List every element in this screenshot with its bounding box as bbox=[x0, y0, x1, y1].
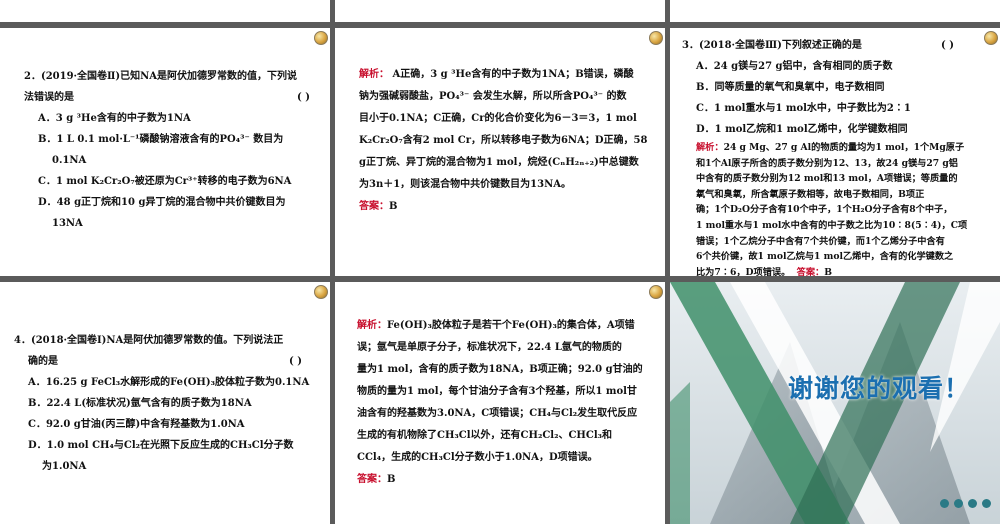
analysis-text: 物质的量为1 mol，每个甘油分子含有3个羟基，所以1 mol甘 bbox=[357, 386, 637, 397]
analysis-text: 生成的有机物除了CH₃Cl以外，还有CH₂Cl₂、CHCl₃和 bbox=[357, 430, 613, 441]
analysis-text: 中含有的质子数分别为12 mol和13 mol，A项错误；等质量的 bbox=[696, 173, 958, 185]
slide-question-4[interactable]: 4．(2018·全国卷Ⅰ)NA是阿伏加德罗常数的值。下列说法正 确的是 ( ) A… bbox=[0, 282, 330, 524]
pagination-dot[interactable] bbox=[968, 499, 977, 508]
slide-thanks[interactable]: 谢谢您的观看！ bbox=[670, 282, 1000, 524]
option-b-cont: 0.1NA bbox=[52, 155, 87, 166]
analysis-text: 钠为强碱弱酸盐，PO₄³⁻ 会发生水解，所以所含PO₄³⁻ 的数 bbox=[359, 91, 627, 102]
option-b: B．同等质量的氧气和臭氧中，电子数相同 bbox=[696, 82, 885, 93]
answer-paren: ( ) bbox=[289, 356, 302, 367]
question-line: 2．(2019·全国卷Ⅱ)已知NA是阿伏加德罗常数的值，下列说 bbox=[24, 71, 298, 82]
analysis-label: 解析： bbox=[696, 142, 724, 153]
option-a: A．16.25 g FeCl₃水解形成的Fe(OH)₃胶体粒子数为0.1NA bbox=[28, 377, 310, 388]
option-c: C．92.0 g甘油(丙三醇)中含有羟基数为1.0NA bbox=[28, 419, 245, 430]
slide-thumbnail[interactable] bbox=[670, 0, 1000, 22]
slide-analysis-4[interactable]: 解析：Fe(OH)₃胶体粒子是若干个Fe(OH)₃的集合体，A项错 误；氩气是单… bbox=[335, 282, 665, 524]
option-d-cont: 13NA bbox=[52, 218, 83, 229]
answer-label: 答案： bbox=[359, 201, 389, 212]
analysis-text: 确；1个D₂O分子含有10个中子，1个H₂O分子含有8个中子， bbox=[696, 204, 953, 216]
question-line: 法错误的是 bbox=[24, 92, 74, 103]
slide-badge-icon bbox=[314, 285, 328, 299]
option-d: D．1 mol乙烷和1 mol乙烯中，化学键数相同 bbox=[696, 124, 908, 135]
slide-badge-icon bbox=[314, 31, 328, 45]
question-line: 确的是 bbox=[28, 356, 58, 367]
answer-label: 答案： bbox=[357, 474, 387, 485]
slide-question-2[interactable]: 2．(2019·全国卷Ⅱ)已知NA是阿伏加德罗常数的值，下列说 法错误的是 ( )… bbox=[0, 28, 330, 276]
slide-thumbnail[interactable] bbox=[0, 0, 330, 22]
option-c: C．1 mol重水与1 mol水中，中子数比为2∶1 bbox=[696, 103, 911, 114]
question-line: 3．(2018·全国卷Ⅲ)下列叙述正确的是 bbox=[682, 40, 862, 51]
thanks-title: 谢谢您的观看！ bbox=[788, 374, 971, 403]
analysis-text: Fe(OH)₃胶体粒子是若干个Fe(OH)₃的集合体，A项错 bbox=[387, 320, 635, 331]
analysis-text: 误；氩气是单原子分子，标准状况下，22.4 L氩气的物质的 bbox=[357, 342, 622, 353]
analysis-text: 和1个Al原子所含的质子数分别为12、13，故24 g镁与27 g铝 bbox=[696, 157, 958, 169]
analysis-text: 目小于0.1NA；C正确，Cr的化合价变化为6－3＝3，1 mol bbox=[359, 113, 637, 124]
pagination-dot[interactable] bbox=[982, 499, 991, 508]
option-b: B．1 L 0.1 mol·L⁻¹磷酸钠溶液含有的PO₄³⁻ 数目为 bbox=[38, 134, 284, 145]
analysis-text: 为3n＋1，则该混合物中共价键数目为13NA。 bbox=[359, 179, 572, 190]
analysis-text: 6个共价键，故1 mol乙烷与1 mol乙烯中，含有的化学键数之 bbox=[696, 251, 954, 263]
analysis-text: A正确，3 g ³He含有的中子数为1NA；B错误，磷酸 bbox=[389, 69, 634, 80]
answer-label: 答案： bbox=[796, 266, 825, 276]
pagination-dot[interactable] bbox=[940, 499, 949, 508]
analysis-text: 油含有的羟基数为3.0NA，C项错误；CH₄与Cl₂发生取代反应 bbox=[357, 408, 638, 419]
slide-analysis-2[interactable]: 解析： A正确，3 g ³He含有的中子数为1NA；B错误，磷酸 钠为强碱弱酸盐… bbox=[335, 28, 665, 276]
option-d: D．1.0 mol CH₄与Cl₂在光照下反应生成的CH₃Cl分子数 bbox=[28, 440, 294, 451]
option-c: C．1 mol K₂Cr₂O₇被还原为Cr³⁺转移的电子数为6NA bbox=[38, 176, 292, 187]
analysis-label: 解析： bbox=[357, 320, 387, 331]
slide-question-3[interactable]: 3．(2018·全国卷Ⅲ)下列叙述正确的是 ( ) A．24 g镁与27 g铝中，… bbox=[670, 28, 1000, 276]
analysis-text: CCl₄，生成的CH₃Cl分子数小于1.0NA，D项错误。 bbox=[357, 452, 598, 463]
analysis-text: 24 g Mg、27 g Al的物质的量均为1 mol，1个Mg原子 bbox=[723, 142, 965, 153]
analysis-text: 氧气和臭氧，所含氧原子数相等，故电子数相同，B项正 bbox=[696, 188, 925, 200]
option-d: D．48 g正丁烷和10 g异丁烷的混合物中共价键数目为 bbox=[38, 197, 286, 208]
option-b: B．22.4 L(标准状况)氩气含有的质子数为18NA bbox=[28, 398, 252, 409]
answer-value: B bbox=[824, 266, 832, 276]
analysis-text: 量为1 mol，含有的质子数为18NA，B项正确；92.0 g甘油的 bbox=[357, 364, 643, 375]
analysis-text: 比为7∶6，D项错误。 bbox=[696, 266, 791, 276]
analysis-text: 1 mol重水与1 mol水中含有的中子数之比为10∶8(5∶4)，C项 bbox=[696, 219, 968, 231]
question-line: 4．(2018·全国卷Ⅰ)NA是阿伏加德罗常数的值。下列说法正 bbox=[14, 335, 284, 346]
slide-thumbnail[interactable] bbox=[335, 0, 665, 22]
option-a: A．24 g镁与27 g铝中，含有相同的质子数 bbox=[696, 61, 893, 72]
option-d-cont: 为1.0NA bbox=[42, 461, 87, 472]
analysis-text: 错误；1个乙烷分子中含有7个共价键，而1个乙烯分子中含有 bbox=[696, 235, 945, 247]
answer-paren: ( ) bbox=[941, 40, 954, 51]
pagination-dot[interactable] bbox=[954, 499, 963, 508]
option-a: A．3 g ³He含有的中子数为1NA bbox=[38, 113, 191, 124]
slide-badge-icon bbox=[649, 285, 663, 299]
answer-value: B bbox=[389, 201, 398, 212]
analysis-label: 解析： bbox=[359, 69, 389, 80]
analysis-text: K₂Cr₂O₇含有2 mol Cr，所以转移电子数为6NA；D正确，58 bbox=[359, 135, 648, 146]
answer-paren: ( ) bbox=[297, 92, 310, 103]
slide-badge-icon bbox=[649, 31, 663, 45]
answer-value: B bbox=[387, 474, 396, 485]
analysis-text: g正丁烷、异丁烷的混合物为1 mol，烷烃(CₙH₂ₙ₊₂)中总键数 bbox=[359, 157, 639, 168]
